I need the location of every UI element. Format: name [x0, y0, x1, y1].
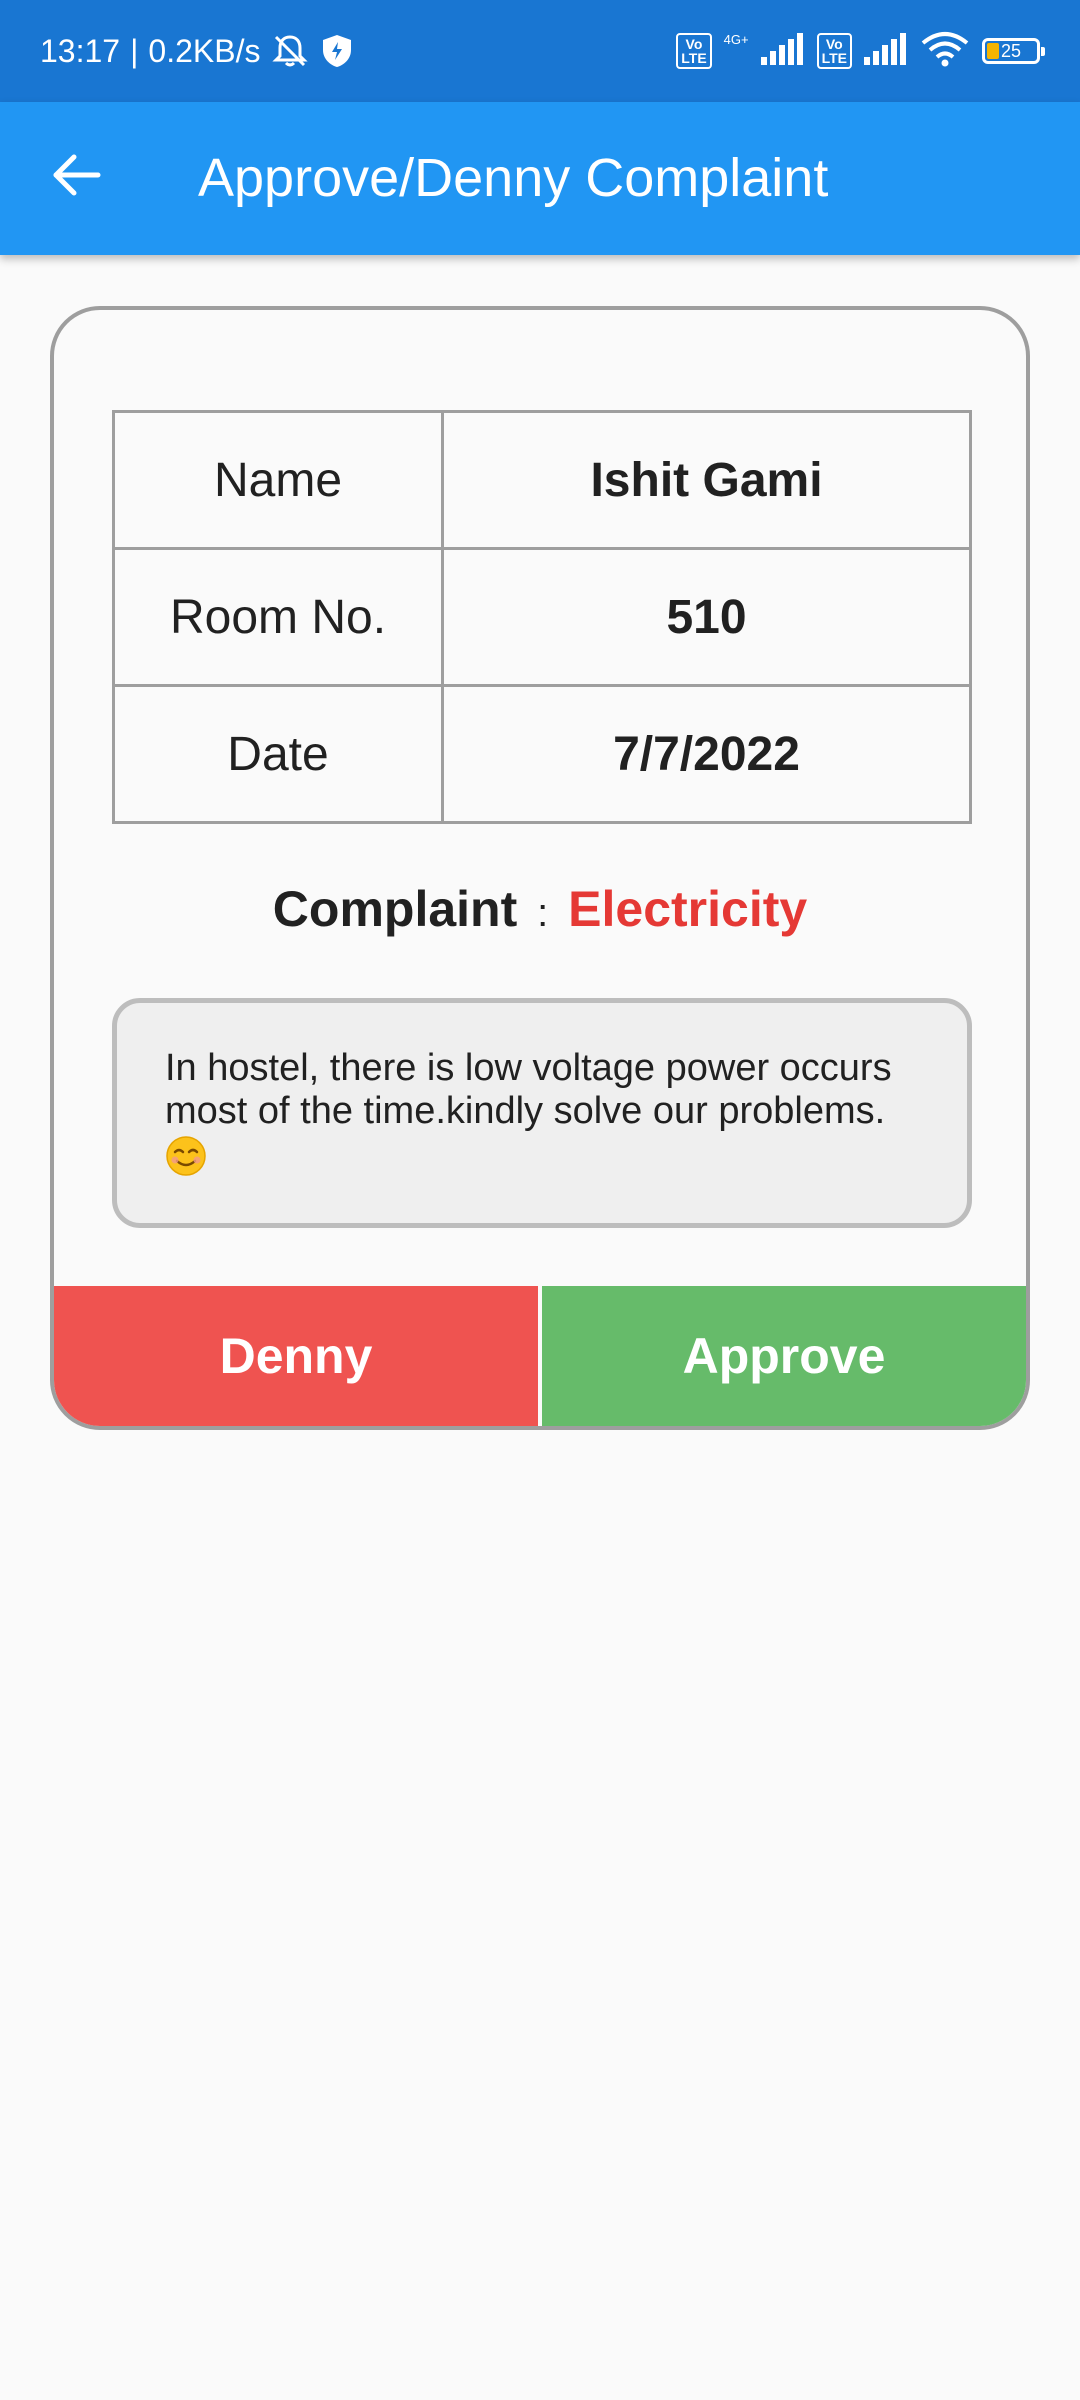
shield-icon [320, 33, 354, 69]
name-label: Name [112, 410, 444, 550]
table-row: Room No. 510 [112, 547, 972, 687]
status-right: Vo LTE 4G+ Vo LTE 25 [676, 31, 1045, 72]
complaint-card: Name Ishit Gami Room No. 510 Date 7/7/20… [50, 306, 1030, 1430]
complaint-label: Complaint [272, 881, 518, 937]
status-bar: 13:17 | 0.2KB/s Vo LTE 4G+ Vo LTE 25 [0, 0, 1080, 102]
complaint-type: Electricity [568, 881, 808, 937]
page-title: Approve/Denny Complaint [198, 148, 829, 208]
status-separator: | [130, 32, 139, 69]
complaint-description: In hostel, there is low voltage power oc… [165, 1047, 892, 1132]
action-row: Denny Approve [54, 1286, 1026, 1426]
net-speed: 0.2KB/s [148, 32, 261, 69]
status-left: 13:17 | 0.2KB/s [40, 31, 354, 71]
room-label: Room No. [112, 547, 444, 687]
app-bar: Approve/Denny Complaint [0, 102, 1080, 255]
complaint-heading: Complaint : Electricity [54, 880, 1026, 938]
network-type: 4G+ [723, 31, 749, 47]
complaint-description-box: In hostel, there is low voltage power oc… [112, 998, 972, 1228]
back-button[interactable] [45, 145, 109, 209]
room-value: 510 [441, 547, 972, 687]
approve-button[interactable]: Approve [542, 1286, 1026, 1426]
mute-icon [270, 31, 310, 71]
date-label: Date [112, 684, 444, 824]
battery-level: 25 [1000, 40, 1022, 61]
smiling-face-icon [165, 1135, 207, 1177]
table-row: Name Ishit Gami [112, 410, 972, 550]
wifi-icon [920, 31, 970, 72]
status-time: 13:17 [40, 32, 121, 69]
signal-icon [760, 32, 805, 70]
table-row: Date 7/7/2022 [112, 684, 972, 824]
complaint-separator: : [537, 891, 549, 935]
battery-icon: 25 [982, 38, 1045, 64]
volte-icon: Vo LTE [676, 33, 712, 69]
name-value: Ishit Gami [441, 410, 972, 550]
details-table: Name Ishit Gami Room No. 510 Date 7/7/20… [112, 410, 972, 824]
battery-fill [987, 43, 999, 59]
arrow-left-icon [52, 153, 102, 202]
volte-icon-2: Vo LTE [816, 33, 852, 69]
date-value: 7/7/2022 [441, 684, 972, 824]
signal-icon-2 [864, 32, 908, 70]
deny-button[interactable]: Denny [54, 1286, 538, 1426]
